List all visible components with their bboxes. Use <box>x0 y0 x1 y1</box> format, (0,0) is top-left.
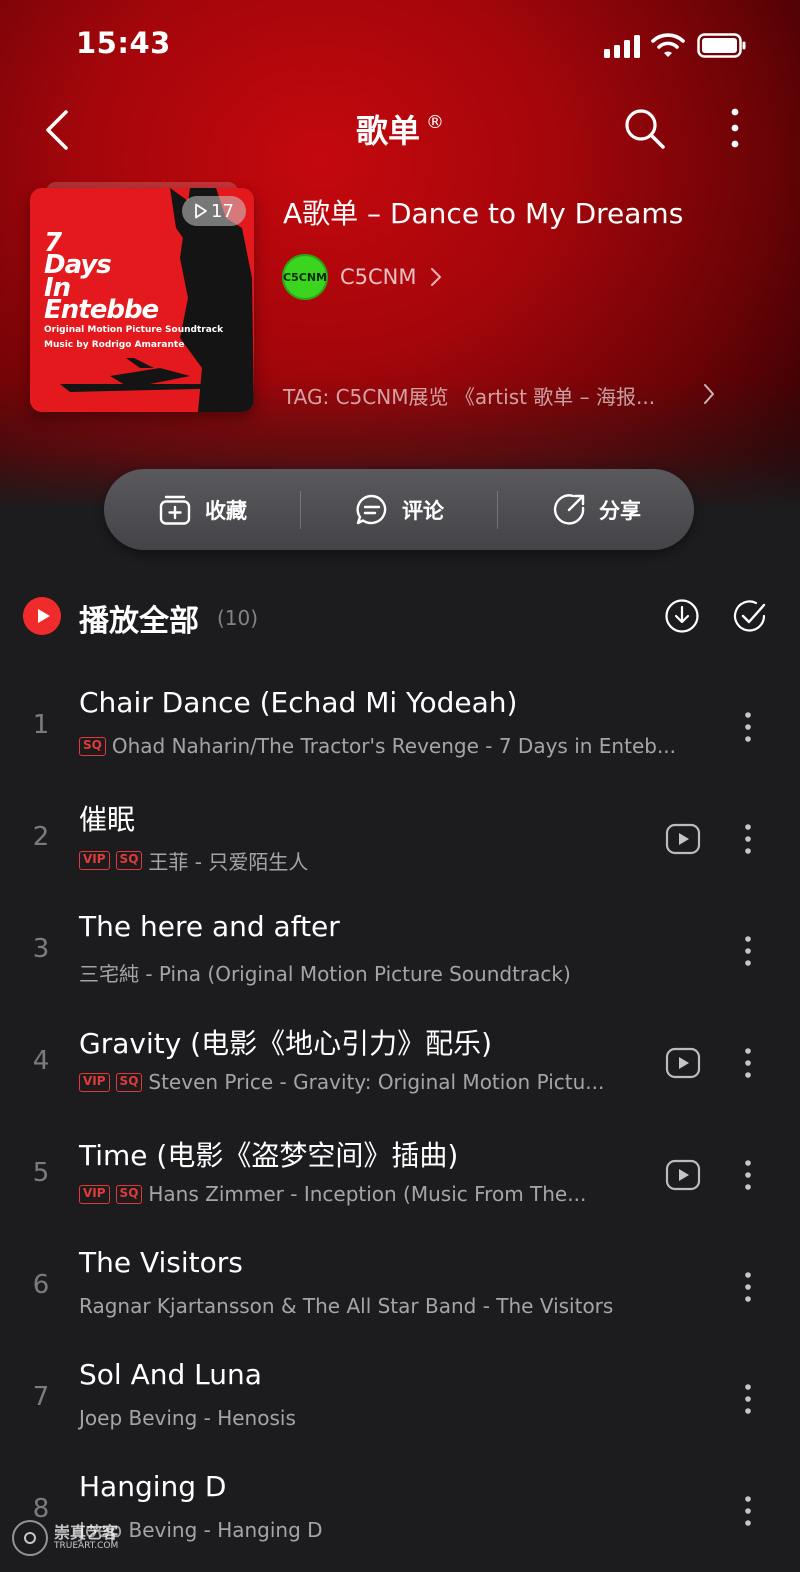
watermark-logo-icon <box>12 1520 48 1556</box>
track-title: Hanging D <box>79 1470 227 1503</box>
chevron-right-icon[interactable] <box>701 381 717 407</box>
track-subtitle: 三宅純 - Pina (Original Motion Picture Soun… <box>79 958 571 987</box>
video-icon[interactable] <box>665 823 701 855</box>
track-artist-album: 三宅純 - Pina (Original Motion Picture Soun… <box>79 962 571 986</box>
track-artist-album: Ragnar Kjartansson & The All Star Band -… <box>79 1294 614 1318</box>
collect-icon <box>159 495 191 525</box>
track-subtitle: SQ Ohad Naharin/The Tractor's Revenge - 7… <box>79 734 676 758</box>
track-subtitle: Joep Beving - Henosis <box>79 1406 296 1430</box>
share-label: 分享 <box>599 498 641 523</box>
track-more-icon[interactable] <box>736 932 760 970</box>
play-all-icon[interactable] <box>23 597 61 635</box>
track-more-icon[interactable] <box>736 1268 760 1306</box>
track-number: 7 <box>32 1382 50 1412</box>
collect-label: 收藏 <box>205 498 247 523</box>
multi-select-icon[interactable] <box>731 597 769 635</box>
track-subtitle: VIP SQ Hans Zimmer - Inception (Music From… <box>79 1182 586 1206</box>
sq-badge: SQ <box>115 1184 143 1204</box>
watermark-subtext: TRUEART.COM <box>54 1541 119 1551</box>
play-count-badge: 17 <box>182 196 246 226</box>
track-more-icon[interactable] <box>736 820 760 858</box>
video-icon[interactable] <box>665 1159 701 1191</box>
track-number: 1 <box>32 710 50 740</box>
play-icon <box>195 203 207 219</box>
track-more-icon[interactable] <box>736 1492 760 1530</box>
sq-badge: SQ <box>115 851 143 870</box>
watermark: 崇真艺客 TRUEART.COM <box>12 1518 118 1558</box>
track-subtitle: Ragnar Kjartansson & The All Star Band -… <box>79 1294 613 1318</box>
track-row[interactable]: 6 The Visitors Ragnar Kjartansson & The Al… <box>0 1246 800 1358</box>
playlist-title: A歌单 – Dance to My Dreams <box>283 197 684 230</box>
track-artist-album: Ohad Naharin/The Tractor's Revenge - 7 D… <box>111 734 677 758</box>
comment-button[interactable]: 评论 <box>301 469 497 550</box>
playlist-tags[interactable]: TAG: C5CNM展览 《artist 歌单 – 海报... <box>283 381 655 410</box>
chevron-right-icon[interactable] <box>428 265 444 289</box>
search-icon[interactable] <box>620 104 668 152</box>
track-number: 3 <box>32 934 50 964</box>
track-title: Gravity (电影《地心引力》配乐) <box>79 1027 493 1060</box>
vip-badge: VIP <box>79 1072 110 1092</box>
track-title: Time (电影《盗梦空间》插曲) <box>79 1139 459 1172</box>
track-title: 催眠 <box>79 803 136 836</box>
track-row[interactable]: 1 Chair Dance (Echad Mi Yodeah) SQ Ohad Nah… <box>0 686 800 798</box>
sq-badge: SQ <box>115 1072 143 1092</box>
more-options-icon[interactable] <box>718 104 752 152</box>
page-title: 歌单 ® <box>355 112 444 150</box>
vip-badge: VIP <box>79 1184 110 1204</box>
video-icon[interactable] <box>665 1047 701 1079</box>
track-artist-album: Joep Beving - Henosis <box>79 1406 296 1430</box>
playlist-actions-bar: 收藏 评论 分享 <box>104 469 694 550</box>
status-bar: 15:43 <box>0 0 800 90</box>
track-artist-album: Steven Price - Gravity: Original Motion … <box>148 1070 605 1094</box>
back-icon[interactable] <box>40 106 80 154</box>
track-artist-album: 王菲 - 只爱陌生人 <box>148 850 309 874</box>
track-title: The here and after <box>79 910 340 943</box>
track-more-icon[interactable] <box>736 708 760 746</box>
creator-avatar[interactable]: C5CNM <box>282 254 328 300</box>
track-title: Sol And Luna <box>79 1358 262 1391</box>
track-title: Chair Dance (Echad Mi Yodeah) <box>79 686 518 719</box>
track-row[interactable]: 5 Time (电影《盗梦空间》插曲) VIP SQ Hans Zimmer - Inc… <box>0 1134 800 1246</box>
track-row[interactable]: 8 Hanging D Joep Beving - Hanging D <box>0 1470 800 1572</box>
download-icon[interactable] <box>664 598 700 634</box>
track-artist-album: Hans Zimmer - Inception (Music From The.… <box>148 1182 587 1206</box>
watermark-text: 崇真艺客 <box>54 1523 119 1542</box>
track-more-icon[interactable] <box>736 1156 760 1194</box>
comment-icon <box>356 494 387 524</box>
battery-icon <box>697 33 746 58</box>
share-icon <box>553 493 585 525</box>
wifi-icon <box>651 33 685 57</box>
track-subtitle: VIP SQ 王菲 - 只爱陌生人 <box>79 846 308 875</box>
share-button[interactable]: 分享 <box>498 469 694 550</box>
track-number: 4 <box>32 1046 50 1076</box>
track-more-icon[interactable] <box>736 1380 760 1418</box>
track-title: The Visitors <box>79 1246 243 1279</box>
creator-name[interactable]: C5CNM <box>340 265 417 289</box>
play-all-button[interactable]: 播放全部 <box>79 596 199 640</box>
collect-button[interactable]: 收藏 <box>104 469 300 550</box>
vip-badge: VIP <box>79 851 110 870</box>
track-subtitle: VIP SQ Steven Price - Gravity: Original Mo… <box>79 1070 604 1094</box>
comment-label: 评论 <box>402 498 444 523</box>
cover-title-text: 7 Days In Entebbe Original Motion Pictur… <box>44 228 224 351</box>
track-row[interactable]: 7 Sol And Luna Joep Beving - Henosis <box>0 1358 800 1470</box>
cellular-signal-icon <box>604 34 642 58</box>
track-number: 2 <box>32 822 50 852</box>
status-time: 15:43 <box>76 26 171 60</box>
track-number: 6 <box>32 1270 50 1300</box>
track-row[interactable]: 4 Gravity (电影《地心引力》配乐) VIP SQ Steven Price -… <box>0 1022 800 1134</box>
track-row[interactable]: 3 The here and after 三宅純 - Pina (Original … <box>0 910 800 1022</box>
track-number: 5 <box>32 1158 50 1188</box>
sq-badge: SQ <box>79 736 106 756</box>
track-more-icon[interactable] <box>736 1044 760 1082</box>
track-row[interactable]: 2 催眠 VIP SQ 王菲 - 只爱陌生人 <box>0 798 800 910</box>
track-count: (10) <box>217 606 259 630</box>
